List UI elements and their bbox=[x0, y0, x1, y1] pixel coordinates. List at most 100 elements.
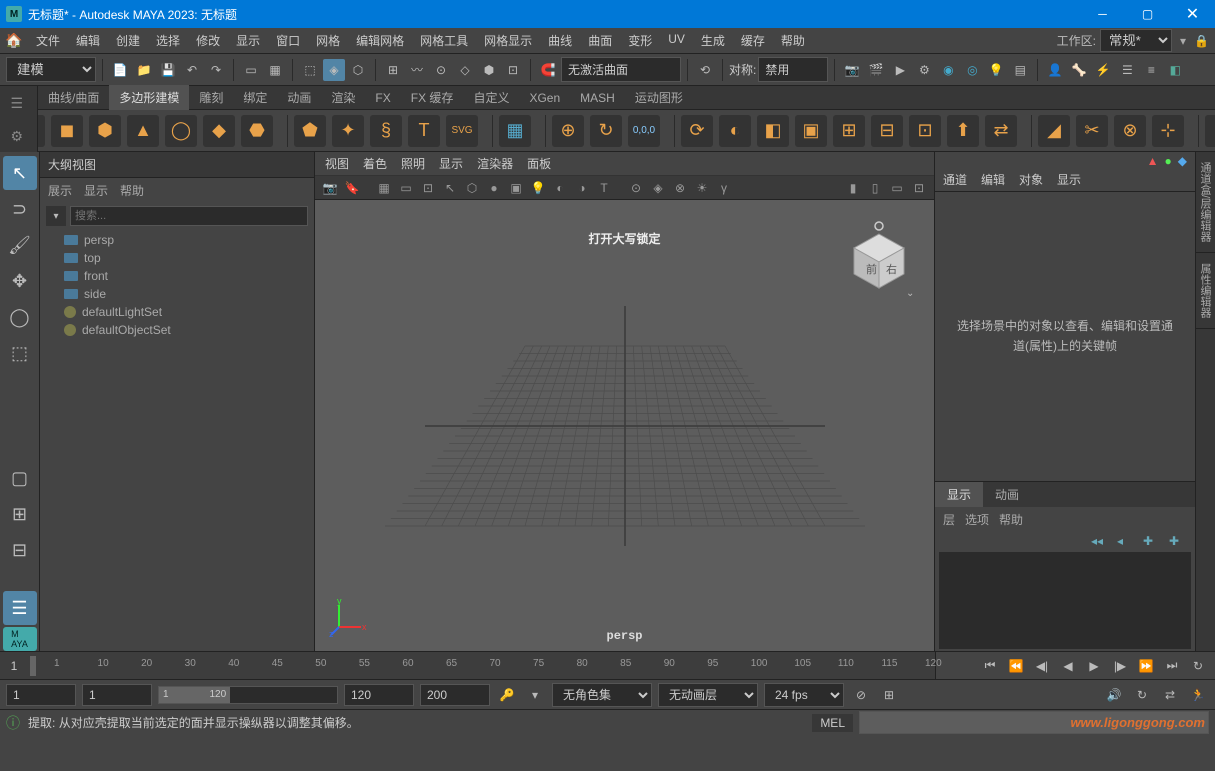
shelf-platonic-icon[interactable]: ⬟ bbox=[294, 115, 326, 147]
shelf-tab-7[interactable]: FX 缓存 bbox=[401, 85, 464, 110]
layer-menu-选项[interactable]: 选项 bbox=[965, 511, 989, 528]
humanik-icon[interactable]: 🦴 bbox=[1068, 59, 1090, 81]
vp-textured-icon[interactable]: ▣ bbox=[507, 179, 525, 197]
shelf-menu-icon[interactable]: ☰ bbox=[11, 95, 27, 111]
move-tool[interactable]: ✥ bbox=[3, 264, 37, 298]
auto-key-icon[interactable]: ⊘ bbox=[850, 684, 872, 706]
outliner-node-side[interactable]: side bbox=[40, 285, 314, 303]
shelf-bridge-icon[interactable]: ⇄ bbox=[985, 115, 1017, 147]
vp-exposure-icon[interactable]: ☀ bbox=[693, 179, 711, 197]
outliner-filter-icon[interactable]: ▾ bbox=[46, 206, 66, 226]
prefs-icon[interactable]: ⊞ bbox=[878, 684, 900, 706]
light-editor-icon[interactable]: 💡 bbox=[985, 59, 1007, 81]
axis-x-icon[interactable]: ▲ bbox=[1147, 154, 1159, 166]
render-sequence-icon[interactable]: ◉ bbox=[937, 59, 959, 81]
menu-变形[interactable]: 变形 bbox=[620, 32, 660, 49]
shelf-type-icon[interactable]: T bbox=[408, 115, 440, 147]
human-icon[interactable]: 🏃 bbox=[1187, 684, 1209, 706]
vp-shadows-icon[interactable]: ◐ bbox=[551, 179, 569, 197]
channel-tab-通道[interactable]: 通道 bbox=[943, 171, 967, 188]
snap-live-icon[interactable]: ⬢ bbox=[478, 59, 500, 81]
menu-窗口[interactable]: 窗口 bbox=[268, 32, 308, 49]
select-tool[interactable]: ↖ bbox=[3, 156, 37, 190]
vp-resolution-icon[interactable]: ⊡ bbox=[419, 179, 437, 197]
layout-two-icon[interactable]: ⊟ bbox=[3, 533, 37, 567]
vp-menu-照明[interactable]: 照明 bbox=[401, 155, 425, 172]
redo-icon[interactable]: ↷ bbox=[205, 59, 227, 81]
vp-select-icon[interactable]: ↖ bbox=[441, 179, 459, 197]
outliner-node-top[interactable]: top bbox=[40, 249, 314, 267]
outliner-node-persp[interactable]: persp bbox=[40, 231, 314, 249]
side-tab-1[interactable]: 属性编辑器 bbox=[1196, 253, 1215, 329]
channel-tab-编辑[interactable]: 编辑 bbox=[981, 171, 1005, 188]
vp-gate-icon[interactable]: ▭ bbox=[397, 179, 415, 197]
menu-曲面[interactable]: 曲面 bbox=[580, 32, 620, 49]
shelf-quad-draw-icon[interactable]: ⊕ bbox=[1205, 115, 1215, 147]
snap-point-icon[interactable]: ⊙ bbox=[430, 59, 452, 81]
axis-z-icon[interactable]: ◆ bbox=[1178, 154, 1187, 166]
home-icon[interactable]: 🏠 bbox=[0, 32, 28, 49]
range-start-visible-field[interactable] bbox=[82, 684, 152, 706]
step-back-icon[interactable]: ◀| bbox=[1031, 656, 1053, 676]
outliner-node-defaultObjectSet[interactable]: defaultObjectSet bbox=[40, 321, 314, 339]
menu-网格[interactable]: 网格 bbox=[308, 32, 348, 49]
range-end-visible-field[interactable] bbox=[344, 684, 414, 706]
layer-menu-层[interactable]: 层 bbox=[943, 511, 955, 528]
outliner-menu-展示[interactable]: 展示 bbox=[48, 182, 72, 199]
play-back-icon[interactable]: ◀ bbox=[1057, 656, 1079, 676]
lock-icon[interactable]: 🔒 bbox=[1194, 34, 1209, 48]
layer-tab-动画[interactable]: 动画 bbox=[983, 482, 1031, 507]
shelf-separate-icon[interactable]: ◧ bbox=[757, 115, 789, 147]
layer-tab-显示[interactable]: 显示 bbox=[935, 482, 983, 507]
play-fwd-icon[interactable]: ▶ bbox=[1083, 656, 1105, 676]
render-view-icon[interactable]: 📷 bbox=[841, 59, 863, 81]
step-fwd-icon[interactable]: |▶ bbox=[1109, 656, 1131, 676]
close-button[interactable]: ✕ bbox=[1170, 0, 1215, 28]
workspace-select[interactable]: 常规* bbox=[1100, 29, 1172, 52]
vp-grid-icon[interactable]: ▦ bbox=[375, 179, 393, 197]
layer-moveup-icon[interactable]: ◂◂ bbox=[1091, 534, 1109, 548]
shelf-combine-icon[interactable]: ◐ bbox=[719, 115, 751, 147]
select-by-hierarchy-icon[interactable]: ⬚ bbox=[299, 59, 321, 81]
select-mode-component-icon[interactable]: ▦ bbox=[264, 59, 286, 81]
history-icon[interactable]: ⟲ bbox=[694, 59, 716, 81]
side-tab-0[interactable]: 通道盒/层编辑器 bbox=[1196, 152, 1215, 253]
channel-tab-显示[interactable]: 显示 bbox=[1057, 171, 1081, 188]
hypershade-icon[interactable]: ◎ bbox=[961, 59, 983, 81]
shelf-tab-6[interactable]: FX bbox=[365, 87, 400, 109]
outliner-search-input[interactable] bbox=[70, 206, 308, 226]
fps-select[interactable]: 24 fps bbox=[764, 683, 844, 707]
step-fwd-key-icon[interactable]: ⏩ bbox=[1135, 656, 1157, 676]
range-slider-bar[interactable]: 1120 bbox=[158, 686, 338, 704]
go-start-icon[interactable]: ⏮ bbox=[979, 656, 1001, 676]
vp-gamma-icon[interactable]: γ bbox=[715, 179, 733, 197]
vp-isolate-icon[interactable]: ⊙ bbox=[627, 179, 645, 197]
key-menu-icon[interactable]: ▾ bbox=[524, 684, 546, 706]
menu-编辑网格[interactable]: 编辑网格 bbox=[348, 32, 412, 49]
vp-wireframe-icon[interactable]: ⬡ bbox=[463, 179, 481, 197]
minimize-button[interactable]: ─ bbox=[1080, 0, 1125, 28]
shelf-torus-icon[interactable]: ◯ bbox=[165, 115, 197, 147]
shelf-cylinder-icon[interactable]: ⬢ bbox=[89, 115, 121, 147]
maximize-button[interactable]: ▢ bbox=[1125, 0, 1170, 28]
set-key-icon[interactable]: 🔑 bbox=[496, 684, 518, 706]
shelf-tab-10[interactable]: MASH bbox=[570, 87, 625, 109]
shelf-revolve-icon[interactable]: ↻ bbox=[590, 115, 622, 147]
layer-new-empty-icon[interactable]: ✚ bbox=[1143, 534, 1161, 548]
graph-editor-icon[interactable]: ≡ bbox=[1140, 59, 1162, 81]
vp-toggle3-icon[interactable]: ▭ bbox=[888, 179, 906, 197]
xray-joints-icon[interactable]: 👤 bbox=[1044, 59, 1066, 81]
range-end-field[interactable] bbox=[420, 684, 490, 706]
go-end-icon[interactable]: ⏭ bbox=[1161, 656, 1183, 676]
menu-帮助[interactable]: 帮助 bbox=[773, 32, 813, 49]
audio-icon[interactable]: 🔊 bbox=[1103, 684, 1125, 706]
sync-icon[interactable]: ⇄ bbox=[1159, 684, 1181, 706]
snap-view-icon[interactable]: ⊡ bbox=[502, 59, 524, 81]
vp-toggle2-icon[interactable]: ▯ bbox=[866, 179, 884, 197]
menu-UV[interactable]: UV bbox=[660, 32, 693, 49]
layer-movedown-icon[interactable]: ◂ bbox=[1117, 534, 1135, 548]
rotate-tool[interactable]: ◯ bbox=[3, 300, 37, 334]
render-setup-icon[interactable]: ▤ bbox=[1009, 59, 1031, 81]
shelf-bevel-icon[interactable]: ◢ bbox=[1038, 115, 1070, 147]
maya-tag-icon[interactable]: MAYA bbox=[3, 627, 37, 651]
